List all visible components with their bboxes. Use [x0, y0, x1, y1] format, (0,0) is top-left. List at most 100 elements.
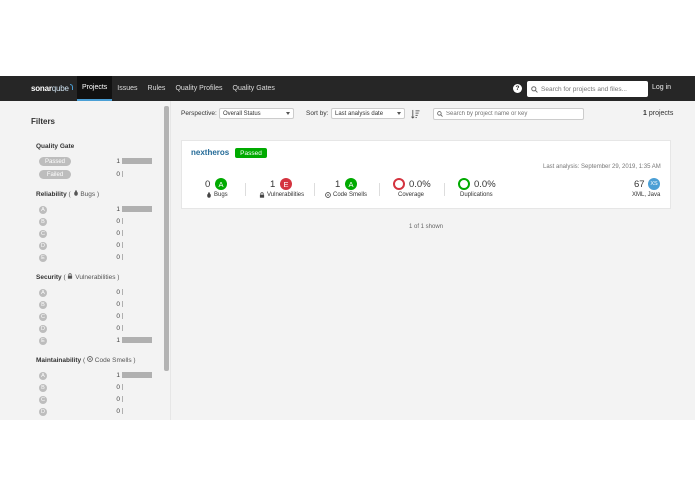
nav-projects[interactable]: Projects [77, 76, 113, 101]
maintainability-badge: C [39, 395, 47, 404]
last-analysis-date: Last analysis: September 29, 2019, 1:35 … [543, 164, 661, 170]
languages-label: XML, Java [632, 192, 661, 198]
bugs-value[interactable]: 0 [205, 179, 210, 190]
code-smell-icon [87, 356, 93, 362]
lock-icon [68, 273, 73, 279]
maintainability-bar [122, 408, 123, 414]
reliability-badge: B [39, 217, 47, 226]
lines-of-code-value[interactable]: 67 [634, 179, 645, 190]
facet-security-sub: Vulnerabilities [75, 274, 116, 281]
logo-text-sonar: sonar [31, 84, 52, 93]
facet-reliability-sub: Bugs [80, 191, 96, 198]
lock-icon [259, 192, 265, 198]
maintainability-badge: D [39, 407, 47, 416]
reliability-bar-area [122, 230, 152, 236]
quality-gate-bar-area [122, 171, 152, 177]
quality-gate-bar [122, 158, 152, 164]
code-smells-value[interactable]: 1 [335, 179, 340, 190]
logo-arc-icon [69, 83, 73, 90]
vulnerabilities-label-text: Vulnerabilities [267, 192, 305, 198]
filters-title: Filters [31, 117, 56, 126]
reliability-row-a[interactable]: A1 [39, 205, 154, 214]
global-search-input[interactable] [541, 85, 646, 93]
maintainability-row-c[interactable]: C0 [39, 395, 154, 404]
bug-icon [207, 192, 211, 198]
maintainability-badge: B [39, 383, 47, 392]
reliability-bar-area [122, 218, 152, 224]
security-row-d[interactable]: D0 [39, 324, 154, 333]
project-search-input[interactable] [446, 111, 582, 117]
facet-title-security: Security ( Vulnerabilities ) [36, 273, 120, 281]
nav-rules[interactable]: Rules [143, 76, 171, 101]
perspective-label: Perspective: [181, 110, 217, 117]
bug-icon [73, 190, 78, 196]
coverage-value[interactable]: 0.0% [409, 179, 431, 190]
facet-security-label: Security [36, 274, 62, 281]
security-row-e[interactable]: E1 [39, 336, 154, 345]
security-badge: A [39, 288, 47, 297]
duplications-label: Duplications [460, 192, 493, 198]
project-count: 1 projects [643, 110, 673, 117]
reliability-row-c[interactable]: C0 [39, 229, 154, 238]
login-link[interactable]: Log in [652, 84, 671, 91]
maintainability-count: 0 [116, 396, 120, 403]
security-count: 0 [116, 289, 120, 296]
security-bar-area [122, 325, 152, 331]
quality-gate-row-failed[interactable]: Failed 0 [39, 170, 154, 179]
reliability-badge: C [39, 229, 47, 238]
quality-gate-row-passed[interactable]: Passed 1 [39, 157, 154, 166]
security-badge: C [39, 312, 47, 321]
maintainability-row-a[interactable]: A1 [39, 371, 154, 380]
reliability-bar [122, 230, 123, 236]
global-search-box[interactable] [527, 81, 648, 97]
bugs-label-text: Bugs [214, 192, 228, 198]
security-row-a[interactable]: A0 [39, 288, 154, 297]
sidebar-scrollbar[interactable] [164, 106, 169, 371]
nav-quality-profiles[interactable]: Quality Profiles [170, 76, 227, 101]
security-badge: E [39, 336, 47, 345]
quality-gate-count: 1 [116, 158, 120, 165]
size-rating-badge: XS [648, 178, 660, 190]
maintainability-row-b[interactable]: B0 [39, 383, 154, 392]
metric-divider [314, 183, 315, 196]
sort-order-icon[interactable] [411, 109, 420, 119]
security-bar [122, 325, 123, 331]
reliability-count: 0 [116, 254, 120, 261]
duplications-value[interactable]: 0.0% [474, 179, 496, 190]
vulnerabilities-rating: E [280, 178, 292, 190]
perspective-select[interactable]: Overall Status [219, 108, 294, 119]
maintainability-bar [122, 384, 123, 390]
maintainability-bar-area [122, 408, 152, 414]
project-search-box[interactable] [433, 108, 584, 120]
sonarqube-logo[interactable]: sonar qube [31, 83, 77, 93]
shown-count: 1 of 1 shown [409, 224, 444, 230]
security-row-c[interactable]: C0 [39, 312, 154, 321]
sort-label: Sort by: [306, 110, 329, 117]
main-nav: Projects Issues Rules Quality Profiles Q… [77, 76, 280, 101]
sort-select[interactable]: Last analysis date [331, 108, 405, 119]
project-count-number: 1 [643, 110, 647, 117]
maintainability-row-d[interactable]: D0 [39, 407, 154, 416]
maintainability-bar-area [122, 372, 152, 378]
reliability-row-e[interactable]: E0 [39, 253, 154, 262]
security-count: 1 [116, 337, 120, 344]
nav-issues[interactable]: Issues [112, 76, 142, 101]
perspective-value: Overall Status [223, 110, 261, 117]
vulnerabilities-value[interactable]: 1 [270, 179, 275, 190]
security-count: 0 [116, 313, 120, 320]
reliability-row-b[interactable]: B0 [39, 217, 154, 226]
help-icon[interactable]: ? [513, 84, 522, 93]
code-smells-rating: A [345, 178, 357, 190]
facet-title-quality-gate: Quality Gate [36, 143, 75, 150]
reliability-bar [122, 254, 123, 260]
reliability-bar-area [122, 206, 152, 212]
security-row-b[interactable]: B0 [39, 300, 154, 309]
reliability-bar [122, 218, 123, 224]
project-name-link[interactable]: nextheros [191, 148, 229, 157]
quality-gate-bar-area [122, 158, 152, 164]
nav-quality-gates[interactable]: Quality Gates [228, 76, 280, 101]
quality-gate-count: 0 [116, 171, 120, 178]
coverage-donut-icon [393, 178, 405, 190]
facet-maintainability-label: Maintainability [36, 357, 82, 364]
reliability-row-d[interactable]: D0 [39, 241, 154, 250]
